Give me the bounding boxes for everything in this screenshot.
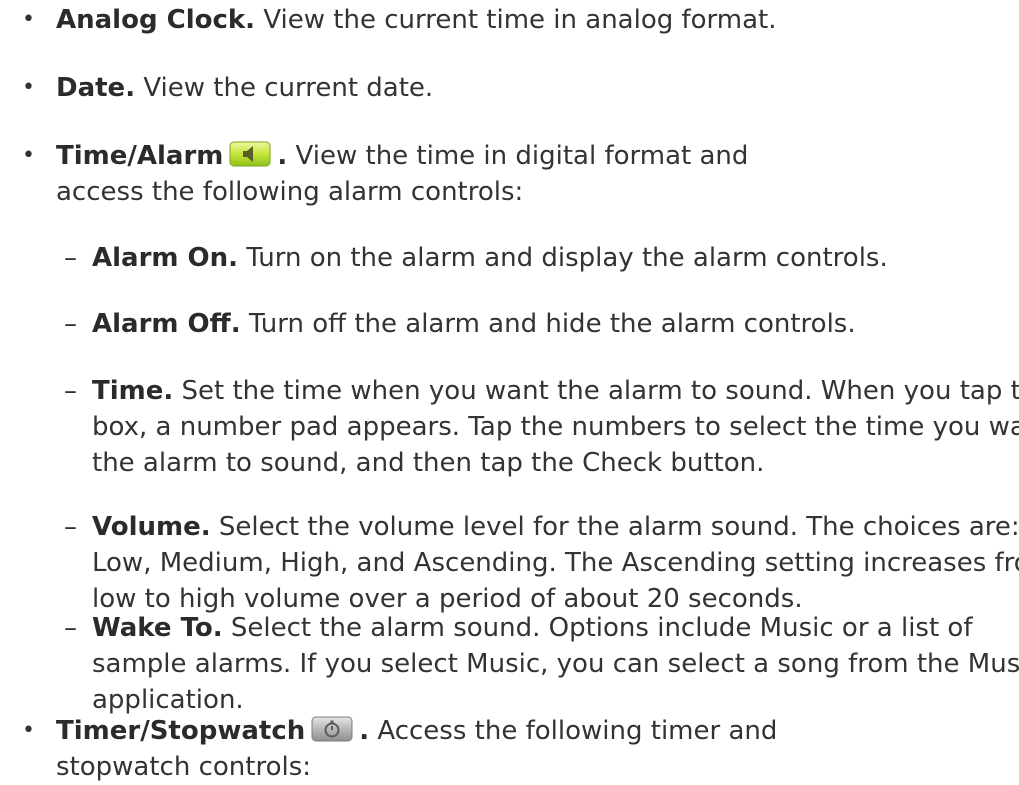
desc-volume: Select the volume level for the alarm so…	[92, 512, 1019, 614]
term-time: Time.	[92, 376, 174, 406]
list-item-date: • Date. View the current date.	[14, 70, 1019, 106]
term-timer-stopwatch: Timer/Stopwatch	[56, 716, 306, 746]
list-item-time-alarm: • Time/Alarm . View the time in digital …	[14, 138, 756, 210]
desc-alarm-on: Turn on the alarm and display the alarm …	[246, 243, 888, 273]
desc-date: View the current date.	[143, 73, 434, 103]
term-analog-clock: Analog Clock.	[56, 5, 256, 35]
term-period: .	[277, 141, 288, 171]
desc-wake-to: Select the alarm sound. Options include …	[92, 613, 1019, 715]
bullet-dot: •	[22, 75, 35, 100]
dash-marker: –	[64, 376, 77, 406]
dash-marker: –	[64, 243, 77, 273]
desc-time: Set the time when you want the alarm to …	[92, 376, 1019, 478]
term-time-alarm: Time/Alarm	[56, 141, 224, 171]
term-date: Date.	[56, 73, 136, 103]
dash-marker: –	[64, 613, 77, 643]
term-volume: Volume.	[92, 512, 211, 542]
desc-analog-clock: View the current time in analog format.	[263, 5, 777, 35]
sub-item-alarm-on: – Alarm On. Turn on the alarm and displa…	[40, 240, 1019, 276]
term-alarm-on: Alarm On.	[92, 243, 239, 273]
bullet-dot: •	[22, 7, 35, 32]
bullet-dot: •	[22, 143, 35, 168]
sub-item-wake-to: – Wake To. Select the alarm sound. Optio…	[40, 610, 1019, 718]
dash-marker: –	[64, 309, 77, 339]
sub-item-volume: – Volume. Select the volume level for th…	[40, 509, 1019, 617]
desc-alarm-off: Turn off the alarm and hide the alarm co…	[248, 309, 856, 339]
stopwatch-icon	[311, 716, 357, 742]
alarm-speaker-icon	[229, 141, 275, 167]
term-alarm-off: Alarm Off.	[92, 309, 241, 339]
sub-item-time: – Time. Set the time when you want the a…	[40, 373, 1019, 481]
dash-marker: –	[64, 512, 77, 542]
list-item-analog-clock: • Analog Clock. View the current time in…	[14, 2, 1019, 38]
term-period: .	[359, 716, 370, 746]
list-item-timer-stopwatch: • Timer/Stopwatch . Access the following…	[14, 713, 816, 785]
term-wake-to: Wake To.	[92, 613, 223, 643]
bullet-dot: •	[22, 718, 35, 743]
sub-item-alarm-off: – Alarm Off. Turn off the alarm and hide…	[40, 306, 1019, 342]
